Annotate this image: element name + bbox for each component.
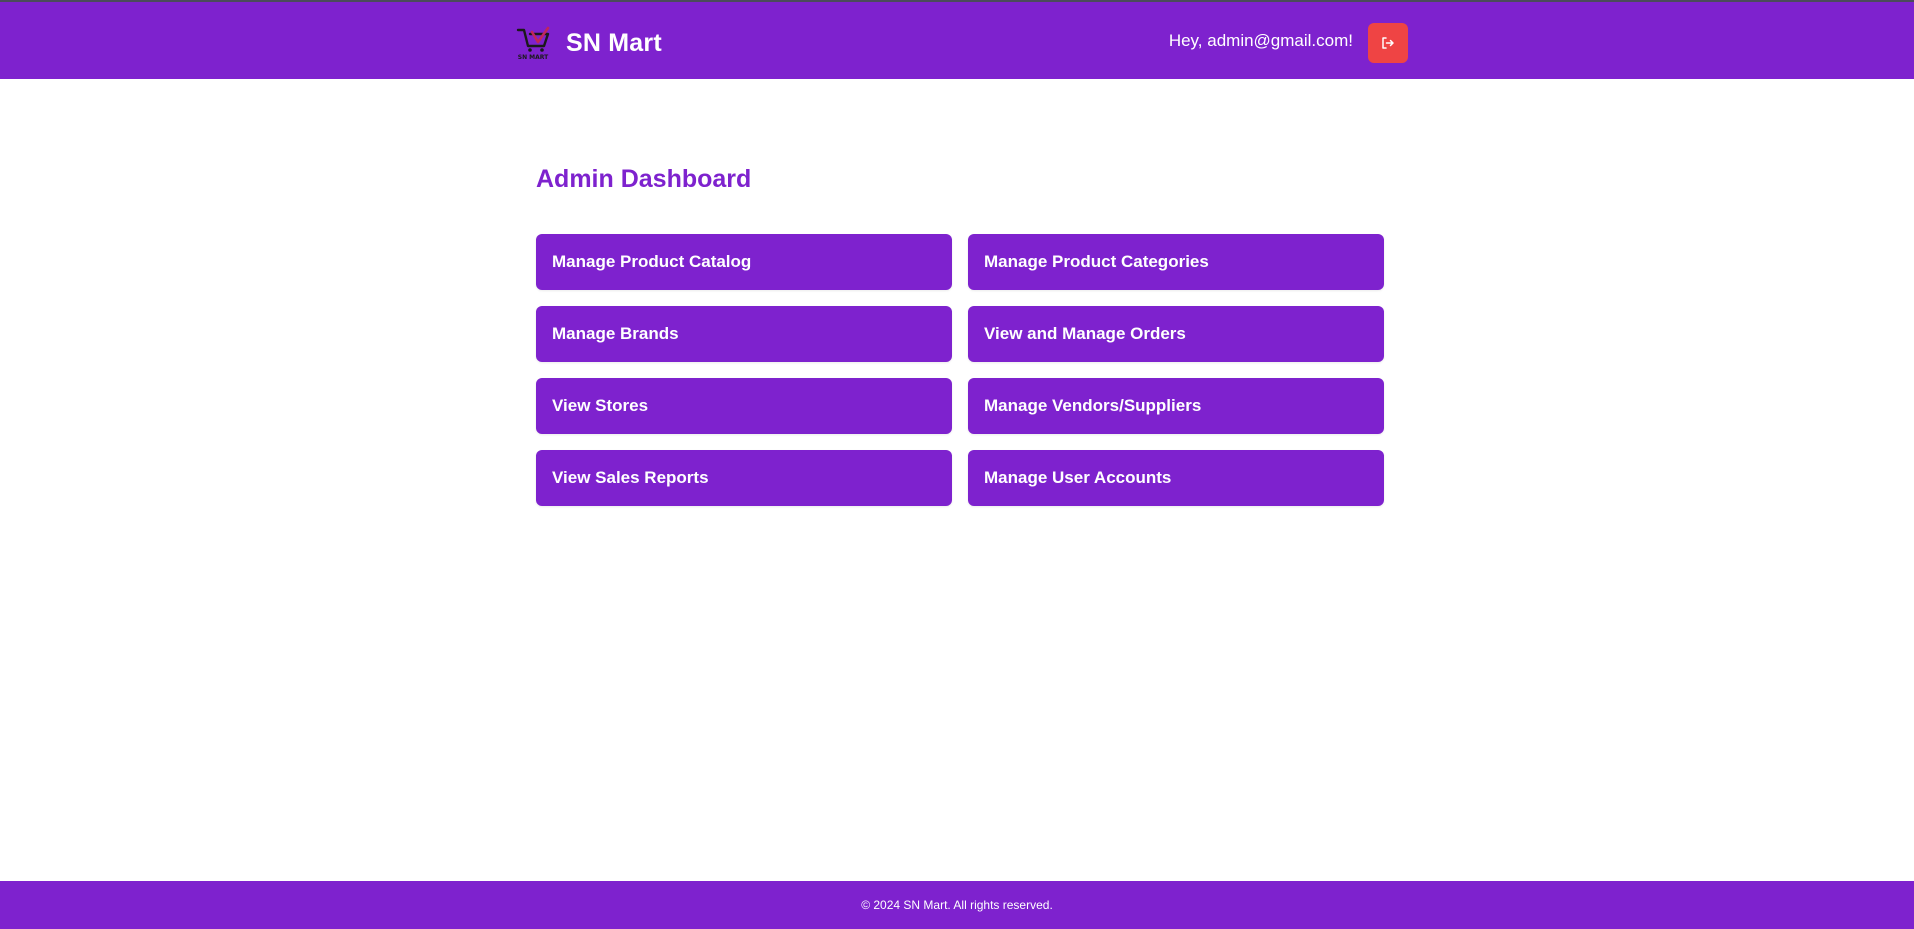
view-manage-orders-button[interactable]: View and Manage Orders: [968, 306, 1384, 362]
view-sales-reports-button[interactable]: View Sales Reports: [536, 450, 952, 506]
manage-brands-button[interactable]: Manage Brands: [536, 306, 952, 362]
manage-product-catalog-button[interactable]: Manage Product Catalog: [536, 234, 952, 290]
page: SN MART SN Mart Hey, admin@gmail.com! Ad…: [0, 0, 1914, 929]
logout-icon: [1381, 36, 1395, 50]
footer: © 2024 SN Mart. All rights reserved.: [0, 881, 1914, 929]
user-greeting: Hey, admin@gmail.com!: [1168, 31, 1353, 50]
dashboard-main: Admin Dashboard Manage Product Catalog M…: [536, 163, 1384, 506]
sn-mart-logo: SN MART: [512, 26, 554, 60]
logout-button[interactable]: [1368, 23, 1408, 63]
view-stores-button[interactable]: View Stores: [536, 378, 952, 434]
top-navbar: SN MART SN Mart Hey, admin@gmail.com!: [0, 0, 1914, 79]
brand[interactable]: SN MART SN Mart: [512, 26, 662, 60]
page-title: Admin Dashboard: [536, 165, 752, 193]
manage-vendors-suppliers-button[interactable]: Manage Vendors/Suppliers: [968, 378, 1384, 434]
dashboard-tiles: Manage Product Catalog Manage Product Ca…: [536, 234, 1384, 506]
manage-product-categories-button[interactable]: Manage Product Categories: [968, 234, 1384, 290]
manage-user-accounts-button[interactable]: Manage User Accounts: [968, 450, 1384, 506]
svg-text:SN MART: SN MART: [518, 54, 549, 60]
copyright-text: © 2024 SN Mart. All rights reserved.: [861, 898, 1053, 912]
brand-name: SN Mart: [566, 28, 662, 57]
